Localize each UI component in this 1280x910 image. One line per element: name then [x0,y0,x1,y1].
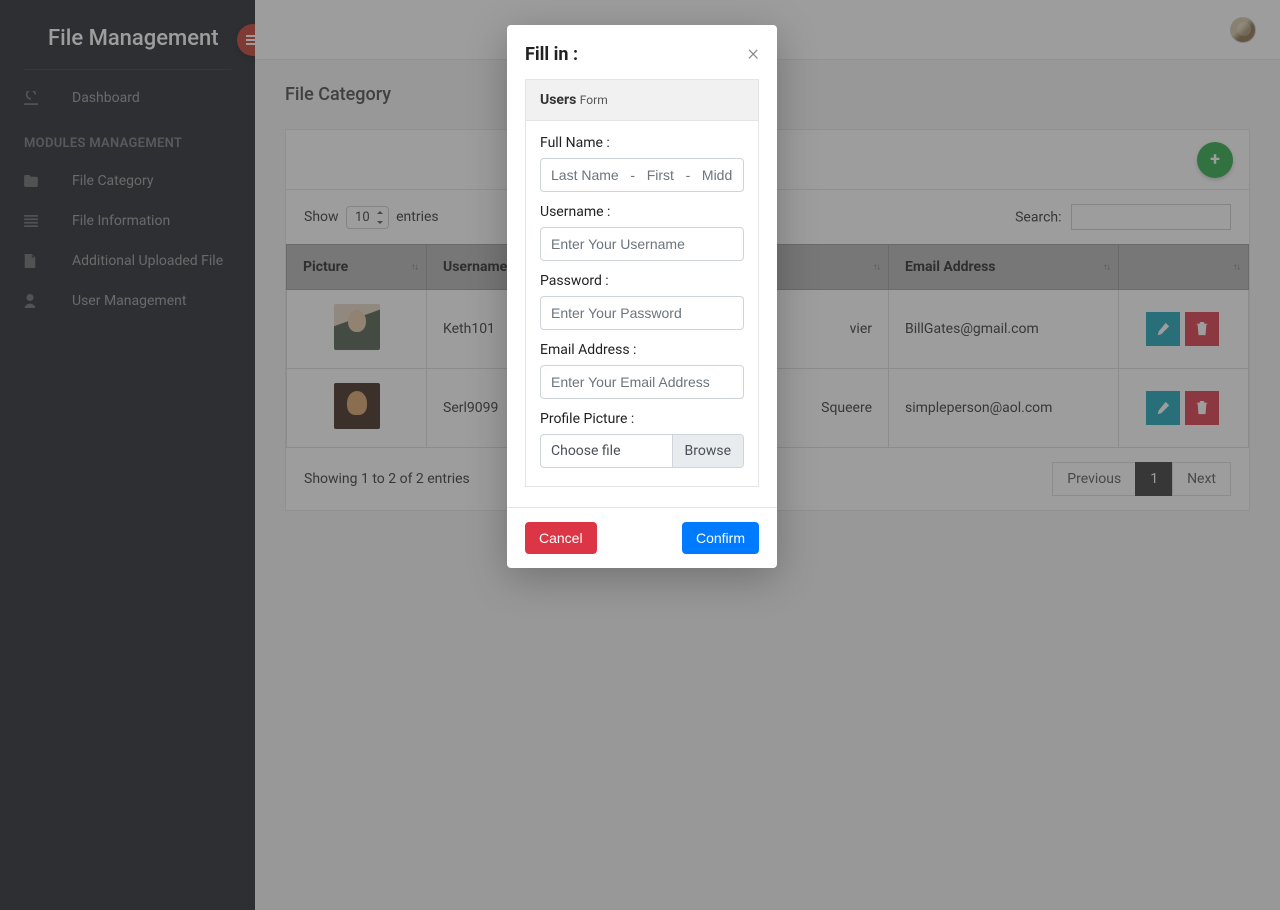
modal-body: Users Form Full Name : Username : Passwo… [507,79,777,507]
email-input[interactable] [540,365,744,399]
file-browse-button[interactable]: Browse [672,435,743,467]
form-group-picture: Profile Picture : Choose file Browse [540,411,744,468]
user-form-modal: Fill in : × Users Form Full Name : Usern… [507,25,777,568]
modal-close-button[interactable]: × [747,43,759,65]
file-input[interactable]: Choose file Browse [540,434,744,468]
form-header-light: Form [580,93,608,107]
username-label: Username : [540,204,744,220]
password-input[interactable] [540,296,744,330]
confirm-button[interactable]: Confirm [682,522,759,554]
fullname-input[interactable] [540,158,744,192]
modal-title: Fill in : [525,44,578,65]
form-group-email: Email Address : [540,342,744,399]
form-body: Full Name : Username : Password : Email … [525,121,759,487]
form-header: Users Form [525,79,759,121]
email-label: Email Address : [540,342,744,358]
form-group-username: Username : [540,204,744,261]
cancel-button[interactable]: Cancel [525,522,597,554]
username-input[interactable] [540,227,744,261]
file-text: Choose file [541,435,672,467]
form-header-bold: Users [540,92,576,108]
modal-header: Fill in : × [507,25,777,79]
picture-label: Profile Picture : [540,411,744,427]
form-group-password: Password : [540,273,744,330]
password-label: Password : [540,273,744,289]
fullname-label: Full Name : [540,135,744,151]
form-group-fullname: Full Name : [540,135,744,192]
modal-footer: Cancel Confirm [507,507,777,568]
